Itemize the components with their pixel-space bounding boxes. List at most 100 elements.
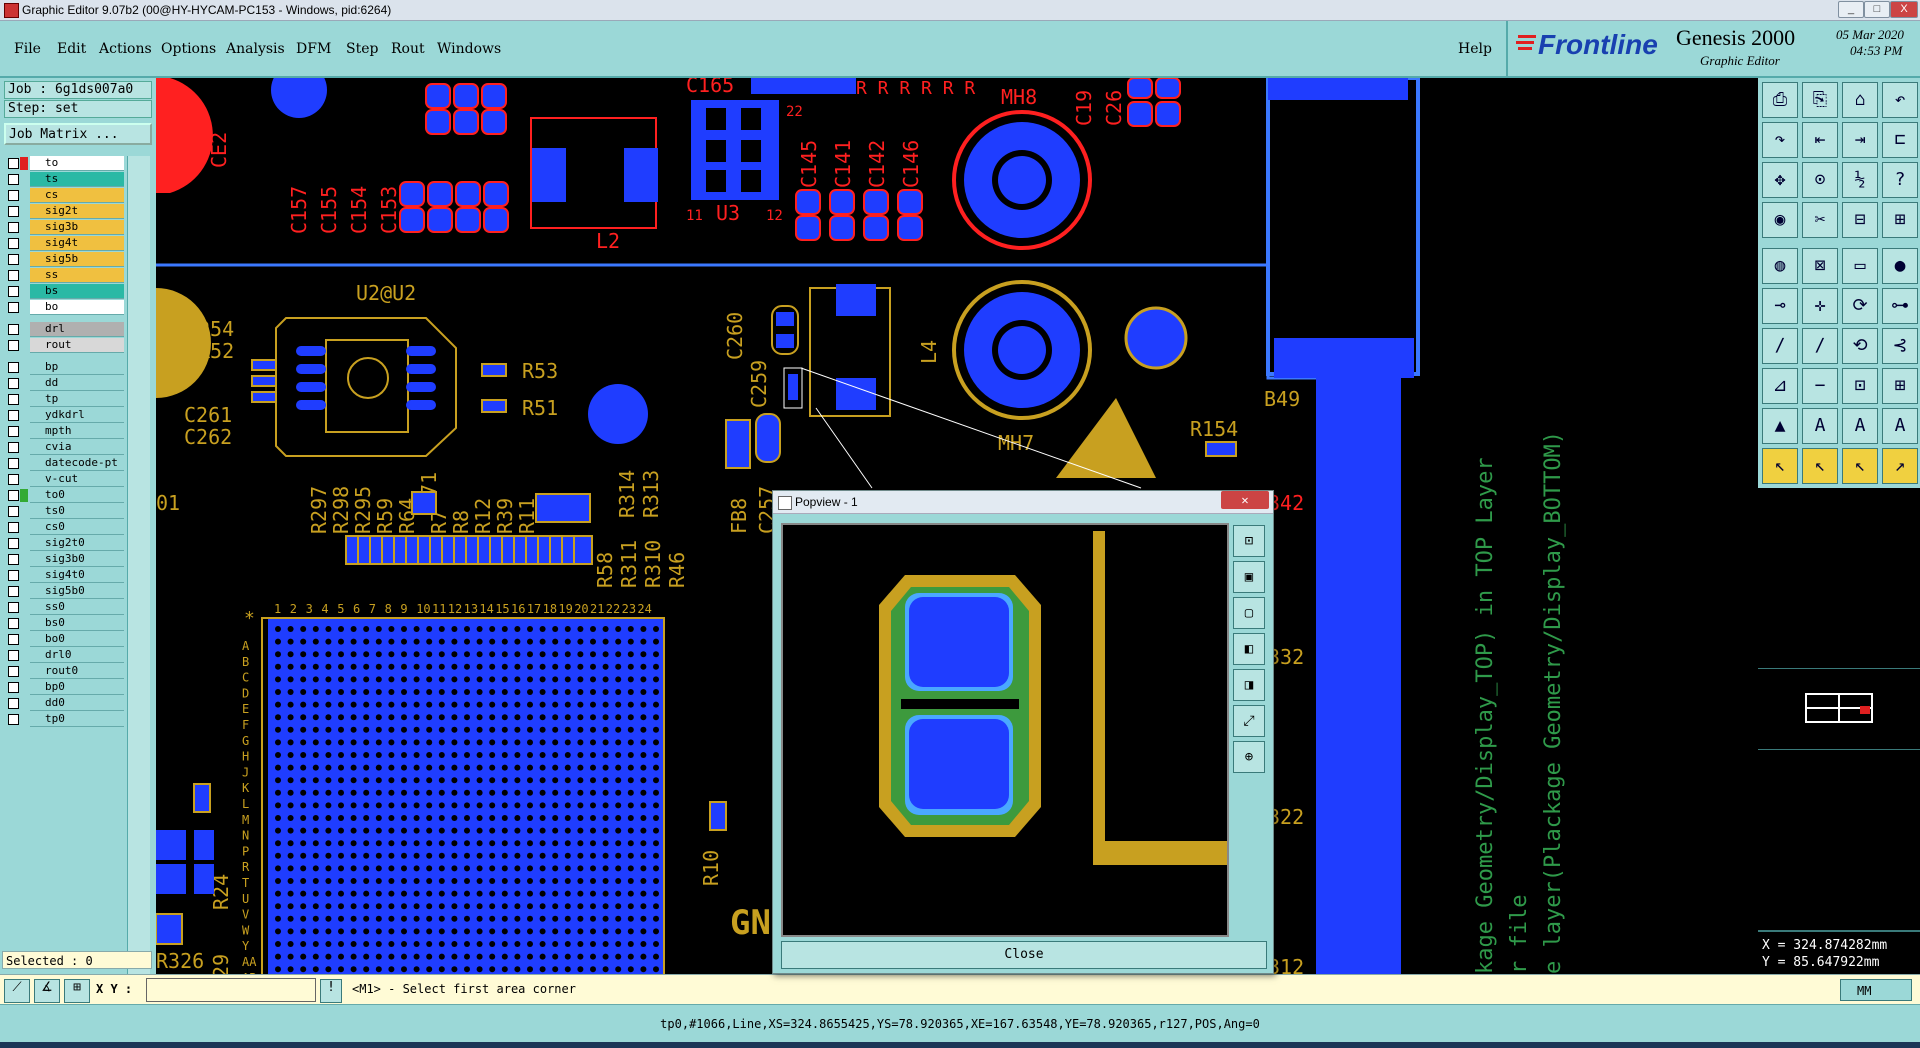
layer-checkbox[interactable] [8, 362, 19, 373]
job-matrix-button[interactable]: Job Matrix ... [4, 123, 152, 145]
layer-checkbox[interactable] [8, 618, 19, 629]
tool-snap-left-icon[interactable]: ⇤ [1802, 122, 1838, 158]
layer-checkbox[interactable] [8, 340, 19, 351]
layer-row-ydkdrl[interactable]: ydkdrl [4, 408, 124, 423]
layer-row-bo[interactable]: bo [4, 300, 124, 315]
popview-zoom-out-icon[interactable]: ▢ [1233, 597, 1265, 629]
layer-checkbox[interactable] [8, 206, 19, 217]
popview-expand-icon[interactable]: ⤢ [1233, 705, 1265, 737]
layer-row-rout[interactable]: rout [4, 338, 124, 353]
layer-row-datecode-pt[interactable]: datecode-pt [4, 456, 124, 471]
tool-filter-icon[interactable]: ⊏ [1882, 122, 1918, 158]
maximize-button[interactable]: □ [1864, 1, 1890, 18]
tool-redo-icon[interactable]: ↷ [1762, 122, 1798, 158]
layer-checkbox[interactable] [8, 538, 19, 549]
layer-row-ss[interactable]: ss [4, 268, 124, 283]
snap-icon[interactable]: ⟋ [4, 979, 30, 1003]
minimize-button[interactable]: _ [1838, 1, 1864, 18]
tool-scissor-icon[interactable]: ✂ [1802, 202, 1838, 238]
layer-row-sig3b[interactable]: sig3b [4, 220, 124, 235]
tool-zoom-fit-icon[interactable]: ✥ [1762, 162, 1798, 198]
layer-row-dd[interactable]: dd [4, 376, 124, 391]
layer-checkbox[interactable] [8, 698, 19, 709]
layer-checkbox[interactable] [8, 222, 19, 233]
layer-row-bs[interactable]: bs [4, 284, 124, 299]
menu-actions[interactable]: Actions [99, 41, 152, 57]
menu-step[interactable]: Step [346, 41, 378, 57]
layer-row-drl0[interactable]: drl0 [4, 648, 124, 663]
layer-row-mpth[interactable]: mpth [4, 424, 124, 439]
layer-row-ts[interactable]: ts [4, 172, 124, 187]
layer-row-drl[interactable]: drl [4, 322, 124, 337]
tool-arrow-a-icon[interactable]: A [1802, 408, 1838, 444]
tool-draw-line-icon[interactable]: ∕ [1762, 328, 1798, 364]
menu-rout[interactable]: Rout [391, 41, 425, 57]
layer-row-dd0[interactable]: dd0 [4, 696, 124, 711]
tool-move-icon[interactable]: ✛ [1802, 288, 1838, 324]
layer-checkbox[interactable] [8, 586, 19, 597]
popview-zoom-fit-icon[interactable]: ⊡ [1233, 525, 1265, 557]
popview-pan-left-icon[interactable]: ◧ [1233, 633, 1265, 665]
layer-row-to[interactable]: to [4, 156, 124, 171]
tool-measure-icon[interactable]: ◉ [1762, 202, 1798, 238]
layer-row-sig4t0[interactable]: sig4t0 [4, 568, 124, 583]
menu-windows[interactable]: Windows [437, 41, 501, 57]
layer-row-sig4t[interactable]: sig4t [4, 236, 124, 251]
layer-checkbox[interactable] [8, 570, 19, 581]
tool-ruler-icon[interactable]: ▭ [1842, 248, 1878, 284]
layer-checkbox[interactable] [8, 378, 19, 389]
layer-row-bo0[interactable]: bo0 [4, 632, 124, 647]
tool-circle-icon[interactable]: ● [1882, 248, 1918, 284]
tool-arrow-b-icon[interactable]: A [1842, 408, 1878, 444]
layer-checkbox[interactable] [8, 324, 19, 335]
tool-arrow-rect-icon[interactable]: ⊡ [1842, 368, 1878, 404]
layer-checkbox[interactable] [8, 474, 19, 485]
menu-edit[interactable]: Edit [57, 41, 86, 57]
layer-checkbox[interactable] [8, 554, 19, 565]
menu-help[interactable]: Help [1458, 41, 1492, 57]
tool-zoom-1to1-icon[interactable]: ½ [1842, 162, 1878, 198]
close-window-button[interactable]: X [1890, 1, 1918, 18]
tool-query-icon[interactable]: ? [1882, 162, 1918, 198]
layer-list-scrollbar[interactable] [127, 156, 150, 1036]
grid-icon[interactable]: ⊞ [64, 979, 90, 1003]
layer-checkbox[interactable] [8, 714, 19, 725]
layer-row-sig5b[interactable]: sig5b [4, 252, 124, 267]
tool-pointer-red-icon[interactable]: ↖ [1802, 448, 1838, 484]
tool-route-icon[interactable]: ⊰ [1882, 328, 1918, 364]
layer-row-bp0[interactable]: bp0 [4, 680, 124, 695]
tool-arrow-h-icon[interactable]: ⊞ [1882, 368, 1918, 404]
layer-row-ts0[interactable]: ts0 [4, 504, 124, 519]
layer-checkbox[interactable] [8, 682, 19, 693]
tool-pointer-red-2-icon[interactable]: ↖ [1842, 448, 1878, 484]
layer-checkbox[interactable] [8, 666, 19, 677]
tool-add-pad-icon[interactable]: ◍ [1762, 248, 1798, 284]
layer-checkbox[interactable] [8, 302, 19, 313]
tool-poly-add-icon[interactable]: ⊿ [1762, 368, 1798, 404]
info-icon[interactable]: ! [320, 979, 342, 1003]
tool-rotate-icon[interactable]: ⟳ [1842, 288, 1878, 324]
tool-connect-icon[interactable]: ⊶ [1882, 288, 1918, 324]
layer-checkbox[interactable] [8, 394, 19, 405]
tool-home-icon[interactable]: ⌂ [1842, 82, 1878, 118]
layer-row-sig3b0[interactable]: sig3b0 [4, 552, 124, 567]
menu-options[interactable]: Options [161, 41, 216, 57]
layer-checkbox[interactable] [8, 650, 19, 661]
tool-triangle-icon[interactable]: ▲ [1762, 408, 1798, 444]
layer-row-to0[interactable]: to0 [4, 488, 124, 503]
popview-pan-right-icon[interactable]: ◨ [1233, 669, 1265, 701]
menu-dfm[interactable]: DFM [296, 41, 331, 57]
tool-node-link-icon[interactable]: ⊸ [1762, 288, 1798, 324]
tool-arrow-c-icon[interactable]: A [1882, 408, 1918, 444]
layer-checkbox[interactable] [8, 410, 19, 421]
tool-save-icon[interactable]: ⎘ [1802, 82, 1838, 118]
layer-checkbox[interactable] [8, 634, 19, 645]
layer-row-tp[interactable]: tp [4, 392, 124, 407]
layer-checkbox[interactable] [8, 286, 19, 297]
tool-undo-icon[interactable]: ↶ [1882, 82, 1918, 118]
tool-slash-line-icon[interactable]: ∕ [1802, 328, 1838, 364]
layer-row-cvia[interactable]: cvia [4, 440, 124, 455]
tool-snap-right-icon[interactable]: ⇥ [1842, 122, 1878, 158]
tool-layer-swap-icon[interactable]: ⊠ [1802, 248, 1838, 284]
layer-checkbox[interactable] [8, 158, 19, 169]
